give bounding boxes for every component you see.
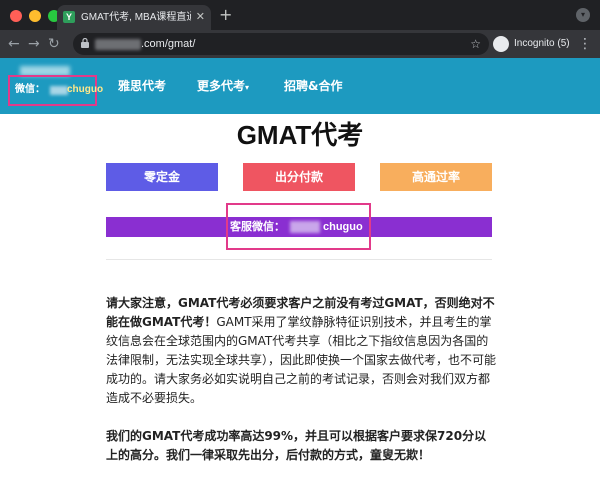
- browser-menu-icon[interactable]: ⋮: [578, 35, 592, 53]
- nav-item-ielts[interactable]: 雅思代考: [118, 77, 166, 95]
- page-title: GMAT代考: [236, 120, 364, 150]
- zero-deposit-button[interactable]: 零定金: [106, 163, 218, 191]
- nav-item-more-label: 更多代考: [197, 79, 246, 93]
- reload-icon[interactable]: ↻: [48, 35, 60, 53]
- new-tab-icon[interactable]: +: [219, 6, 232, 24]
- incognito-profile-button[interactable]: Incognito (5): [492, 34, 574, 54]
- browser-tab-strip: Y GMAT代考, MBA课程直通车, 找 ✕ + ▾: [0, 0, 600, 30]
- minimize-window-button[interactable]: [29, 10, 41, 22]
- wechat-highlight-box: 微信： chuguo: [8, 75, 103, 106]
- service-highlight-box: [226, 203, 371, 250]
- nav-item-recruit[interactable]: 招聘&合作: [284, 77, 342, 95]
- wechat-id: chuguo: [67, 84, 104, 95]
- site-header: 微信： chuguo 雅思代考 更多代考▾ 招聘&合作: [0, 58, 600, 114]
- bookmark-star-icon[interactable]: ☆: [470, 36, 481, 52]
- address-bar[interactable]: .com/gmat/ ☆: [73, 33, 489, 55]
- high-pass-rate-button[interactable]: 高通过率: [380, 163, 492, 191]
- url-text: .com/gmat/: [141, 38, 196, 50]
- wechat-id-redacted: [50, 86, 68, 95]
- wechat-label: 微信：: [15, 84, 45, 95]
- browser-toolbar: ← → ↻ .com/gmat/ ☆ Incognito (5) ⋮: [0, 30, 600, 58]
- incognito-icon: [493, 36, 509, 52]
- lock-icon: [81, 38, 89, 48]
- tab-search-icon[interactable]: ▾: [576, 8, 590, 22]
- profile-label: Incognito (5): [514, 38, 570, 49]
- content-divider: [106, 259, 492, 260]
- back-arrow-icon[interactable]: ←: [8, 35, 20, 53]
- pay-after-score-button[interactable]: 出分付款: [243, 163, 355, 191]
- forward-arrow-icon[interactable]: →: [28, 35, 40, 53]
- success-rate-paragraph: 我们的GMAT代考成功率高达99%，并且可以根据客户要求保720分以上的高分。我…: [106, 429, 487, 462]
- dropdown-caret-icon: ▾: [245, 83, 250, 92]
- notice-paragraph: 请大家注意，GMAT代考必须要求客户之前没有考过GMAT，否则绝对不能在做GMA…: [106, 294, 496, 408]
- close-window-button[interactable]: [10, 10, 22, 22]
- browser-tab-active[interactable]: Y GMAT代考, MBA课程直通车, 找 ✕: [57, 5, 211, 30]
- tab-close-icon[interactable]: ✕: [196, 10, 205, 24]
- tab-title: GMAT代考, MBA课程直通车, 找: [81, 12, 191, 23]
- site-favicon-icon: Y: [63, 11, 75, 23]
- url-domain-redacted: [95, 39, 141, 50]
- nav-item-more[interactable]: 更多代考▾: [197, 77, 249, 97]
